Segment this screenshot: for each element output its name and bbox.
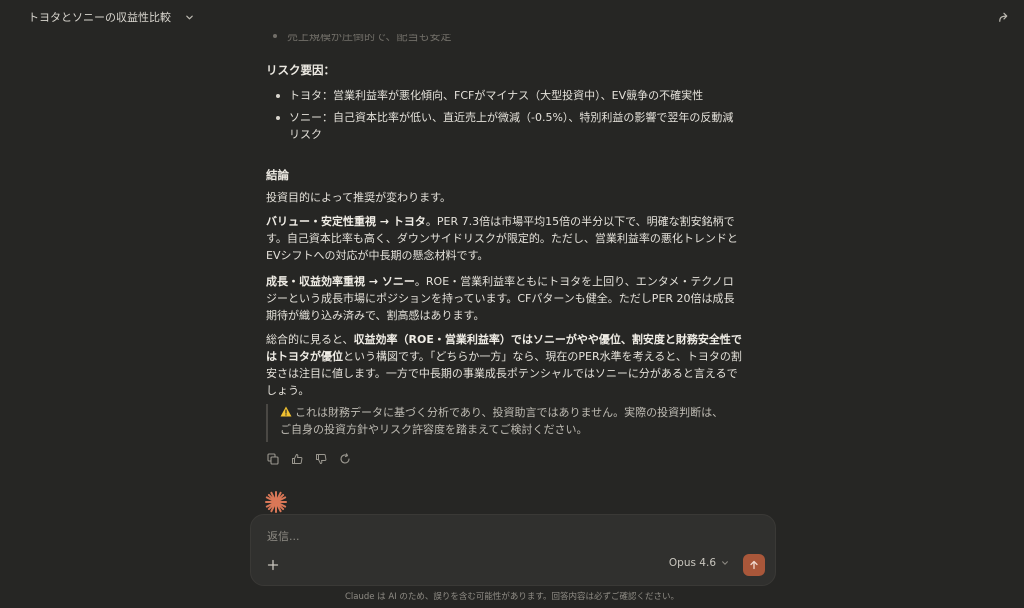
summary-pre: 総合的に見ると、	[266, 333, 354, 346]
bullet-dot	[273, 34, 277, 38]
warning-icon	[280, 406, 292, 417]
growth-paragraph: 成長・収益効率重視 → ソニー。ROE・営業利益率ともにトヨタを上回り、エンタメ…	[266, 273, 742, 324]
copy-button[interactable]	[266, 452, 280, 466]
chat-title-button[interactable]: トヨタとソニーの収益性比較	[28, 9, 194, 25]
plus-icon	[267, 559, 279, 571]
disclaimer-quote: これは財務データに基づく分析であり、投資助言ではありません。実際の投資判断は、ご…	[266, 404, 732, 442]
message-actions	[266, 452, 352, 466]
header: トヨタとソニーの収益性比較	[0, 0, 1024, 34]
risk-heading: リスク要因：	[266, 63, 335, 77]
share-button[interactable]	[994, 8, 1012, 26]
bullet-dot	[276, 94, 280, 98]
model-selector[interactable]: Opus 4.6	[669, 557, 729, 569]
model-name: Opus 4.6	[668, 557, 716, 569]
risk-item-sony: ソニー：自己資本比率が低い、直近売上が微減（-0.5%）、特別利益の影響で翌年の…	[289, 111, 734, 141]
arrow-up-icon	[750, 560, 758, 570]
risk-item-toyota: トヨタ：営業利益率が悪化傾向、FCFがマイナス（大型投資中）、EV競争の不確実性	[289, 89, 704, 102]
chevron-down-icon	[186, 15, 193, 19]
chat-title: トヨタとソニーの収益性比較	[28, 11, 171, 24]
value-heading: バリュー・安定性重視 → トヨタ	[266, 215, 426, 228]
retry-button[interactable]	[338, 452, 352, 466]
retry-icon	[340, 453, 350, 464]
add-attachment-button[interactable]	[265, 557, 281, 573]
send-button[interactable]	[743, 554, 765, 576]
thumbs-down-button[interactable]	[314, 452, 328, 466]
conclusion-intro: 投資目的によって推奨が変わります。	[266, 191, 452, 204]
claude-spark-icon	[265, 491, 287, 513]
thumbs-down-icon	[316, 454, 327, 464]
bullet-dot	[276, 116, 280, 120]
reply-input[interactable]	[265, 529, 749, 544]
disclaimer-text: これは財務データに基づく分析であり、投資助言ではありません。実際の投資判断は、ご…	[280, 406, 724, 436]
share-icon	[998, 12, 1007, 22]
conclusion-heading: 結論	[266, 168, 289, 182]
value-paragraph: バリュー・安定性重視 → トヨタ。PER 7.3倍は市場平均15倍の半分以下で、…	[266, 213, 742, 264]
chevron-down-icon	[722, 561, 728, 565]
composer: Opus 4.6	[250, 514, 776, 586]
growth-heading: 成長・収益効率重視 → ソニー	[266, 275, 415, 288]
copy-icon	[267, 453, 279, 465]
footer-disclaimer: Claude は AI のため、誤りを含む可能性があります。回答内容は必ずご確認…	[344, 592, 680, 602]
thumbs-up-icon	[292, 454, 303, 464]
summary-paragraph: 総合的に見ると、収益効率（ROE・営業利益率）ではソニーがやや優位、割安度と財務…	[266, 331, 742, 399]
thumbs-up-button[interactable]	[290, 452, 304, 466]
app-window: トヨタとソニーの収益性比較 売上規模が圧倒的で、配当も安定 リスク要因： トヨタ…	[0, 0, 1024, 608]
